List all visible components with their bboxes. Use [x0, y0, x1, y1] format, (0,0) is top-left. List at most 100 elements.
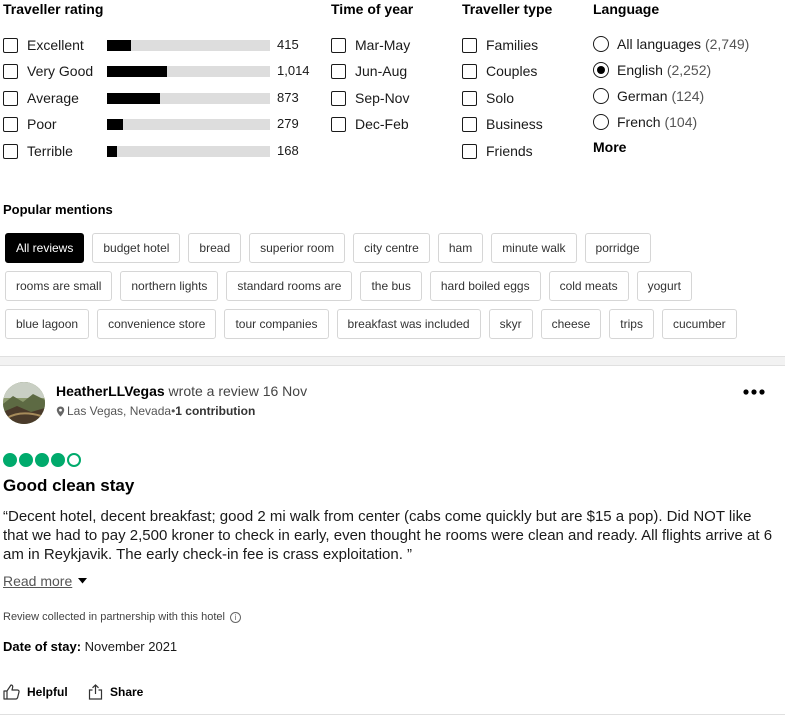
- time-checkbox[interactable]: [331, 37, 346, 53]
- type-checkbox[interactable]: [462, 116, 477, 132]
- rating-bar: [107, 40, 270, 51]
- share-button[interactable]: Share: [88, 684, 143, 700]
- language-name: English: [617, 62, 663, 78]
- time-label: Jun-Aug: [355, 63, 408, 79]
- time-label: Mar-May: [355, 37, 411, 53]
- thumbs-up-icon: [3, 684, 27, 700]
- time-option-1[interactable]: Jun-Aug: [331, 62, 407, 80]
- language-option-3[interactable]: French (104): [593, 113, 697, 131]
- rating-label: Terrible: [27, 143, 73, 159]
- rating-checkbox[interactable]: [3, 90, 18, 106]
- rating-count: 873: [277, 90, 299, 105]
- mention-chip[interactable]: city centre: [353, 233, 430, 263]
- mention-chip[interactable]: ham: [437, 233, 484, 263]
- mention-chip[interactable]: minute walk: [491, 233, 577, 263]
- rating-option-3[interactable]: Poor: [3, 115, 57, 133]
- info-icon[interactable]: i: [229, 611, 241, 623]
- type-checkbox[interactable]: [462, 90, 477, 106]
- rating-bar: [107, 93, 270, 104]
- mention-chip[interactable]: breakfast was included: [336, 309, 481, 339]
- language-title: Language: [593, 1, 660, 17]
- share-icon: [88, 684, 110, 700]
- rating-checkbox[interactable]: [3, 116, 18, 132]
- type-option-3[interactable]: Business: [462, 115, 543, 133]
- rating-label: Excellent: [27, 37, 84, 53]
- language-radio[interactable]: [593, 114, 609, 130]
- chip-row: blue lagoon convenience store tour compani…: [5, 309, 737, 339]
- mention-chip[interactable]: tour companies: [224, 309, 329, 339]
- language-radio[interactable]: [593, 36, 609, 52]
- time-checkbox[interactable]: [331, 90, 346, 106]
- language-option-0[interactable]: All languages (2,749): [593, 35, 749, 53]
- rating-bar: [107, 66, 270, 77]
- chip-all-reviews[interactable]: All reviews: [5, 233, 85, 263]
- time-checkbox[interactable]: [331, 63, 346, 79]
- rating-option-2[interactable]: Average: [3, 89, 79, 107]
- mention-chip[interactable]: the bus: [360, 271, 422, 301]
- rating-count: 279: [277, 116, 299, 131]
- date-of-stay-label: Date of stay:: [3, 639, 82, 654]
- review-username[interactable]: HeatherLLVegas: [56, 383, 165, 399]
- rating-checkbox[interactable]: [3, 143, 18, 159]
- mention-chip[interactable]: cheese: [540, 309, 602, 339]
- mention-chip[interactable]: hard boiled eggs: [429, 271, 541, 301]
- review-location: Las Vegas, Nevada: [67, 404, 172, 418]
- rating-option-0[interactable]: Excellent: [3, 36, 84, 54]
- type-option-2[interactable]: Solo: [462, 89, 514, 107]
- type-checkbox[interactable]: [462, 37, 477, 53]
- rating-bubble-filled: [51, 453, 65, 467]
- rating-checkbox[interactable]: [3, 37, 18, 53]
- mention-chip[interactable]: cold meats: [548, 271, 629, 301]
- rating-bubble-filled: [19, 453, 33, 467]
- traveller-rating-title: Traveller rating: [3, 1, 104, 17]
- chevron-down-icon: [78, 576, 88, 587]
- mention-chip[interactable]: standard rooms are: [226, 271, 353, 301]
- mention-chip[interactable]: convenience store: [97, 309, 217, 339]
- rating-bar-fill: [107, 66, 167, 77]
- review-title[interactable]: Good clean stay: [3, 476, 134, 496]
- type-option-4[interactable]: Friends: [462, 142, 533, 160]
- read-more-link[interactable]: Read more: [3, 573, 88, 589]
- rating-option-1[interactable]: Very Good: [3, 62, 93, 80]
- type-label: Families: [486, 37, 539, 53]
- review-action-text: wrote a review 16 Nov: [164, 383, 308, 399]
- type-option-0[interactable]: Families: [462, 36, 538, 54]
- language-option-1[interactable]: English (2,252): [593, 61, 711, 79]
- share-label: Share: [110, 685, 144, 699]
- type-checkbox[interactable]: [462, 143, 477, 159]
- rating-checkbox[interactable]: [3, 63, 18, 79]
- time-option-0[interactable]: Mar-May: [331, 36, 410, 54]
- rating-bar: [107, 146, 270, 157]
- time-option-3[interactable]: Dec-Feb: [331, 115, 409, 133]
- date-of-stay-value: November 2021: [84, 639, 178, 654]
- mention-chip[interactable]: blue lagoon: [5, 309, 90, 339]
- mention-chip[interactable]: trips: [609, 309, 654, 339]
- time-checkbox[interactable]: [331, 116, 346, 132]
- mention-chip[interactable]: northern lights: [120, 271, 219, 301]
- mention-chip[interactable]: superior room: [249, 233, 346, 263]
- time-option-2[interactable]: Sep-Nov: [331, 89, 409, 107]
- language-count: (104): [664, 114, 698, 130]
- avatar[interactable]: [3, 382, 45, 424]
- mention-chip[interactable]: cucumber: [661, 309, 737, 339]
- rating-bar-fill: [107, 119, 123, 130]
- language-radio[interactable]: [593, 88, 609, 104]
- mention-chip[interactable]: rooms are small: [5, 271, 113, 301]
- language-radio[interactable]: [593, 62, 609, 78]
- rating-label: Very Good: [27, 63, 94, 79]
- language-option-2[interactable]: German (124): [593, 87, 704, 105]
- type-option-1[interactable]: Couples: [462, 62, 537, 80]
- rating-option-4[interactable]: Terrible: [3, 142, 73, 160]
- mention-chip[interactable]: skyr: [488, 309, 533, 339]
- type-checkbox[interactable]: [462, 63, 477, 79]
- mention-chip[interactable]: budget hotel: [92, 233, 181, 263]
- language-more-link[interactable]: More: [593, 139, 626, 155]
- helpful-button[interactable]: Helpful: [3, 684, 68, 700]
- mention-chip[interactable]: bread: [188, 233, 242, 263]
- mention-chip[interactable]: yogurt: [636, 271, 692, 301]
- partner-note: Review collected in partnership with thi…: [3, 611, 241, 623]
- mention-chip[interactable]: porridge: [584, 233, 651, 263]
- time-label: Sep-Nov: [355, 90, 410, 106]
- review-contributions: 1 contribution: [175, 404, 256, 418]
- more-horizontal-icon[interactable]: [743, 378, 765, 401]
